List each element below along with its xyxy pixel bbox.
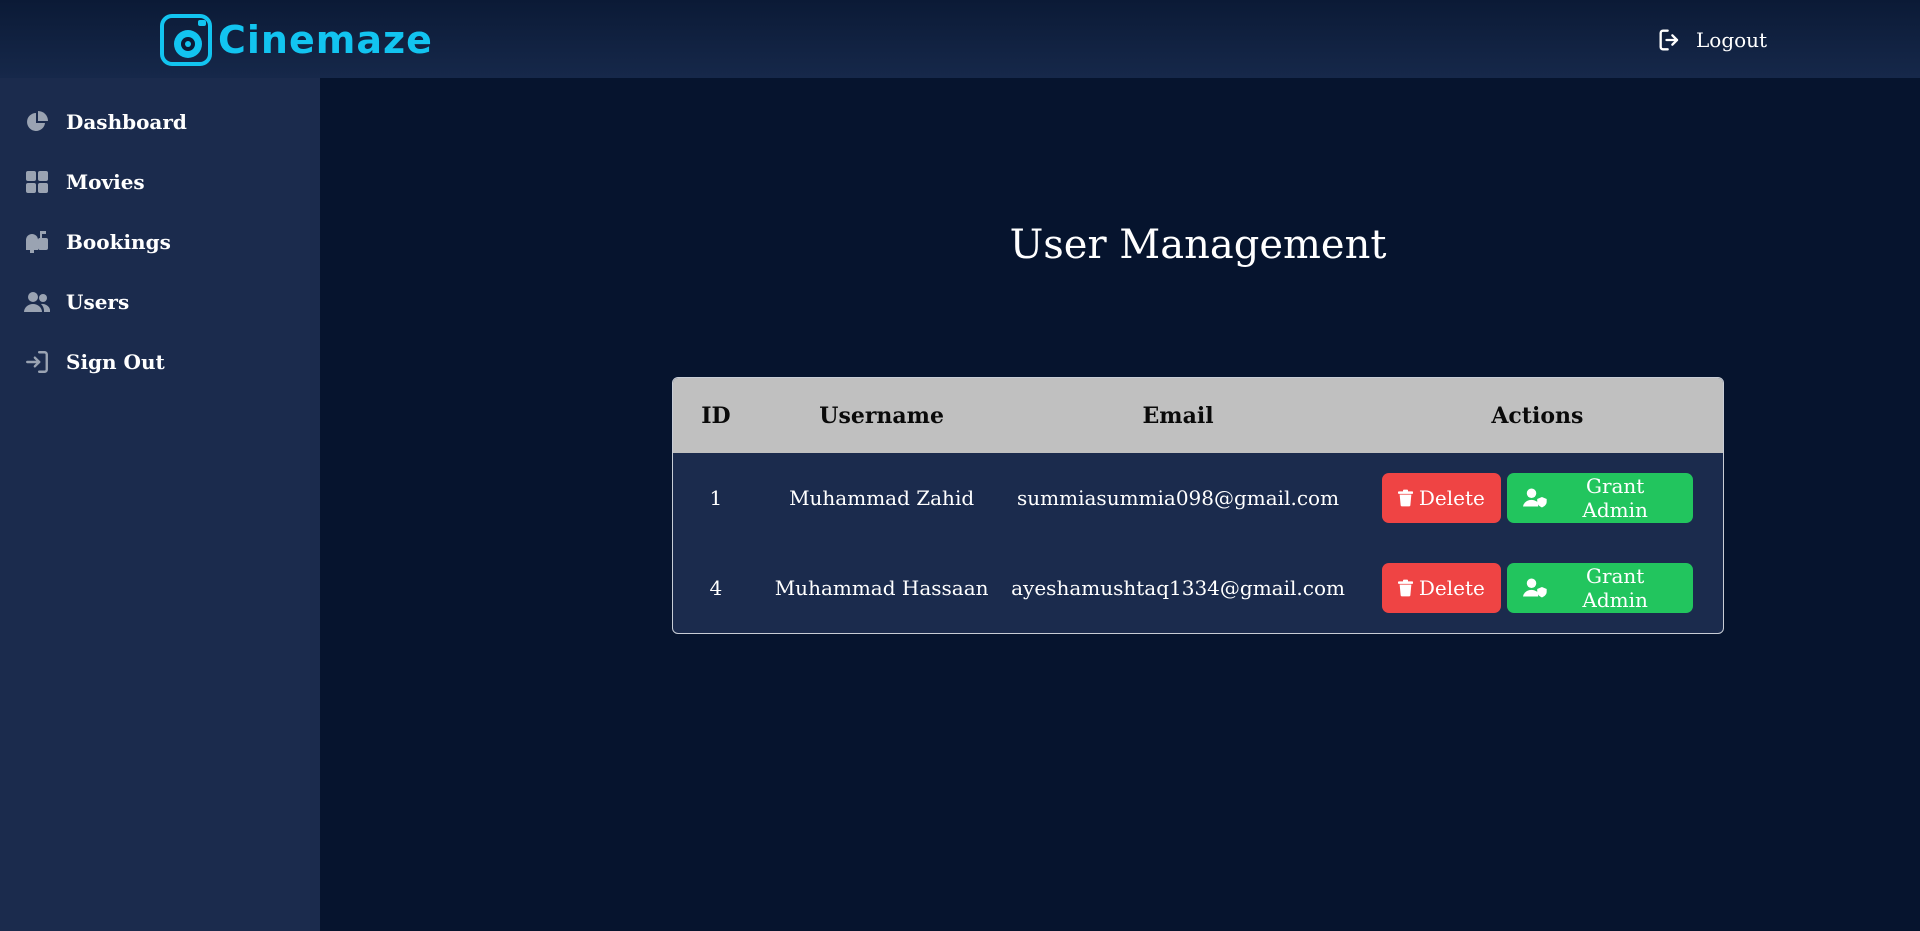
sidebar-item-movies[interactable]: Movies [24,164,145,200]
users-icon [24,289,50,315]
sidebar-item-users[interactable]: Users [24,284,129,320]
delete-label: Delete [1418,486,1485,510]
sidebar-item-label: Users [66,290,130,314]
column-header-username: Username [819,402,944,429]
users-table: ID Username Email Actions 1 Muhammad Zah… [672,377,1724,634]
trash-icon [1397,579,1413,597]
sidebar-item-label: Dashboard [66,110,187,134]
cell-email: summiasummia098@gmail.com [1017,486,1340,510]
grant-admin-label: Grant Admin [1582,564,1648,612]
sidebar: Dashboard Movies Bookings Users Sign Out [0,78,320,931]
sidebar-item-dashboard[interactable]: Dashboard [24,104,187,140]
grant-admin-button[interactable]: Grant Admin [1506,473,1693,523]
page-title: User Management [1009,222,1387,268]
grid-icon [24,169,50,195]
delete-button[interactable]: Delete [1381,473,1501,523]
sidebar-item-label: Bookings [66,230,171,254]
user-shield-icon [1522,488,1547,508]
logout-label: Logout [1696,28,1768,52]
cell-username: Muhammad Zahid [789,486,975,510]
table-row: 4 Muhammad Hassaan ayeshamushtaq1334@gma… [673,543,1723,633]
column-header-actions: Actions [1491,402,1584,429]
logout-button[interactable]: Logout [1656,26,1767,54]
cell-username: Muhammad Hassaan [774,576,989,600]
grant-admin-label: Grant Admin [1582,474,1648,522]
cell-actions: Delete Grant Admin [1352,473,1723,523]
trash-icon [1397,489,1413,507]
sidebar-item-label: Movies [66,170,145,194]
cell-id: 1 [709,486,723,510]
cell-id: 4 [709,576,723,600]
table-row: 1 Muhammad Zahid summiasummia098@gmail.c… [673,453,1723,543]
sign-in-icon [24,349,50,375]
delete-button[interactable]: Delete [1381,563,1501,613]
grant-admin-button[interactable]: Grant Admin [1506,563,1693,613]
table-header: ID Username Email Actions [673,378,1723,453]
cell-email: ayeshamushtaq1334@gmail.com [1011,576,1345,600]
camera-logo-icon [160,14,212,66]
column-header-email: Email [1142,402,1214,429]
cell-actions: Delete Grant Admin [1352,563,1723,613]
sidebar-item-label: Sign Out [66,350,165,374]
delete-label: Delete [1418,576,1485,600]
user-shield-icon [1522,578,1547,598]
brand-logo[interactable]: Cinemaze [158,12,433,68]
logout-icon [1659,29,1679,51]
column-header-id: ID [701,402,731,429]
brand-name: Cinemaze [218,18,433,62]
sidebar-item-sign-out[interactable]: Sign Out [24,344,165,380]
pie-chart-icon [24,109,50,135]
sidebar-item-bookings[interactable]: Bookings [24,224,171,260]
mailbox-icon [24,229,50,255]
top-bar: Cinemaze Logout [0,0,1920,78]
